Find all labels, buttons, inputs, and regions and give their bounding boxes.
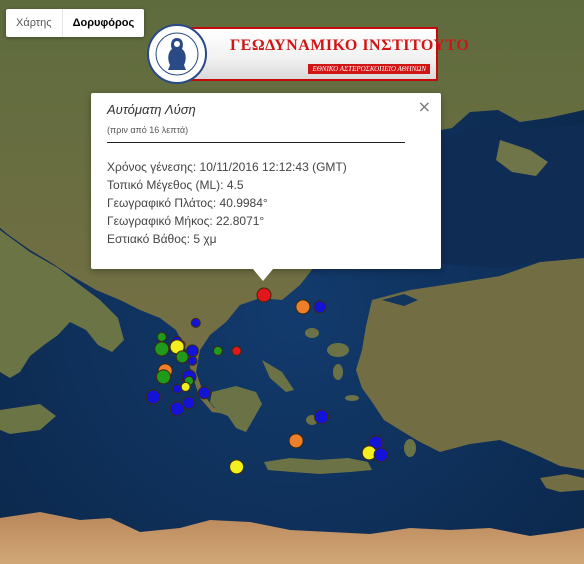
info-window-pointer <box>253 269 273 281</box>
earthquake-marker-green[interactable] <box>156 331 167 342</box>
earthquake-marker-blue[interactable] <box>190 317 201 328</box>
info-divider <box>107 142 405 143</box>
earthquake-info-window: × Αυτόματη Λύση (πριν από 16 λεπτά) Χρόν… <box>91 93 441 281</box>
earthquake-marker-red-selected[interactable] <box>256 287 272 303</box>
lemnos-land <box>305 328 319 338</box>
logo-banner: ΓΕΩΔΥΝΑΜΙΚΟ ΙΝΣΤΙΤΟΥΤΟ ΕΘΝΙΚΟ ΑΣΤΕΡΟΣΚΟΠ… <box>176 27 469 81</box>
earthquake-marker-orange[interactable] <box>295 299 311 315</box>
logo-subtitle: ΕΘΝΙΚΟ ΑΣΤΕΡΟΣΚΟΠΕΙΟ ΑΘΗΝΩΝ <box>308 64 430 74</box>
samos-land <box>345 395 359 401</box>
observatory-seal-icon <box>147 24 207 84</box>
earthquake-marker-blue[interactable] <box>197 386 211 400</box>
info-latitude: Γεωγραφικό Πλάτος: 40.9984° <box>107 196 268 210</box>
logo-title: ΓΕΩΔΥΝΑΜΙΚΟ ΙΝΣΤΙΤΟΥΤΟ <box>230 37 470 54</box>
earthquake-marker-blue[interactable] <box>314 409 330 425</box>
institute-logo: ΓΕΩΔΥΝΑΜΙΚΟ ΙΝΣΤΙΤΟΥΤΟ ΕΘΝΙΚΟ ΑΣΤΕΡΟΣΚΟΠ… <box>146 23 469 85</box>
earthquake-marker-blue[interactable] <box>182 396 196 410</box>
earthquake-marker-yellow[interactable] <box>180 381 191 392</box>
earthquake-marker-blue[interactable] <box>169 401 185 417</box>
earthquake-marker-green[interactable] <box>212 345 223 356</box>
info-details: Χρόνος γένεσης: 10/11/2016 12:12:43 (GMT… <box>107 158 347 248</box>
earthquake-marker-blue[interactable] <box>145 389 161 405</box>
earthquake-marker-red[interactable] <box>231 345 242 356</box>
earthquake-marker-orange[interactable] <box>288 433 304 449</box>
info-time-ago: (πριν από 16 λεπτά) <box>107 125 189 135</box>
earthquake-marker-green[interactable] <box>156 369 171 385</box>
chios-land <box>333 364 343 380</box>
info-title: Αυτόματη Λύση <box>107 102 196 117</box>
earthquake-marker-yellow[interactable] <box>229 459 245 475</box>
rhodes-land <box>404 439 416 457</box>
info-longitude: Γεωγραφικό Μήκος: 22.8071° <box>107 214 265 228</box>
earthquake-marker-green[interactable] <box>175 350 189 364</box>
close-icon[interactable]: × <box>418 99 431 115</box>
map-type-control: Χάρτης Δορυφόρος <box>6 9 145 37</box>
lesbos-land <box>327 343 349 357</box>
earthquake-marker-blue[interactable] <box>373 447 389 463</box>
map-type-map-button[interactable]: Χάρτης <box>6 9 62 37</box>
earthquake-marker-green[interactable] <box>154 341 170 357</box>
info-local-magnitude: Τοπικό Μέγεθος (ML): 4.5 <box>107 178 244 192</box>
earthquake-marker-blue[interactable] <box>313 300 327 314</box>
earthquake-marker-blue[interactable] <box>187 355 198 366</box>
info-origin-time: Χρόνος γένεσης: 10/11/2016 12:12:43 (GMT… <box>107 160 347 174</box>
earthquake-marker-blue[interactable] <box>172 383 183 394</box>
info-depth: Εστιακό Βάθος: 5 χμ <box>107 232 217 246</box>
map-type-satellite-button[interactable]: Δορυφόρος <box>61 9 145 37</box>
